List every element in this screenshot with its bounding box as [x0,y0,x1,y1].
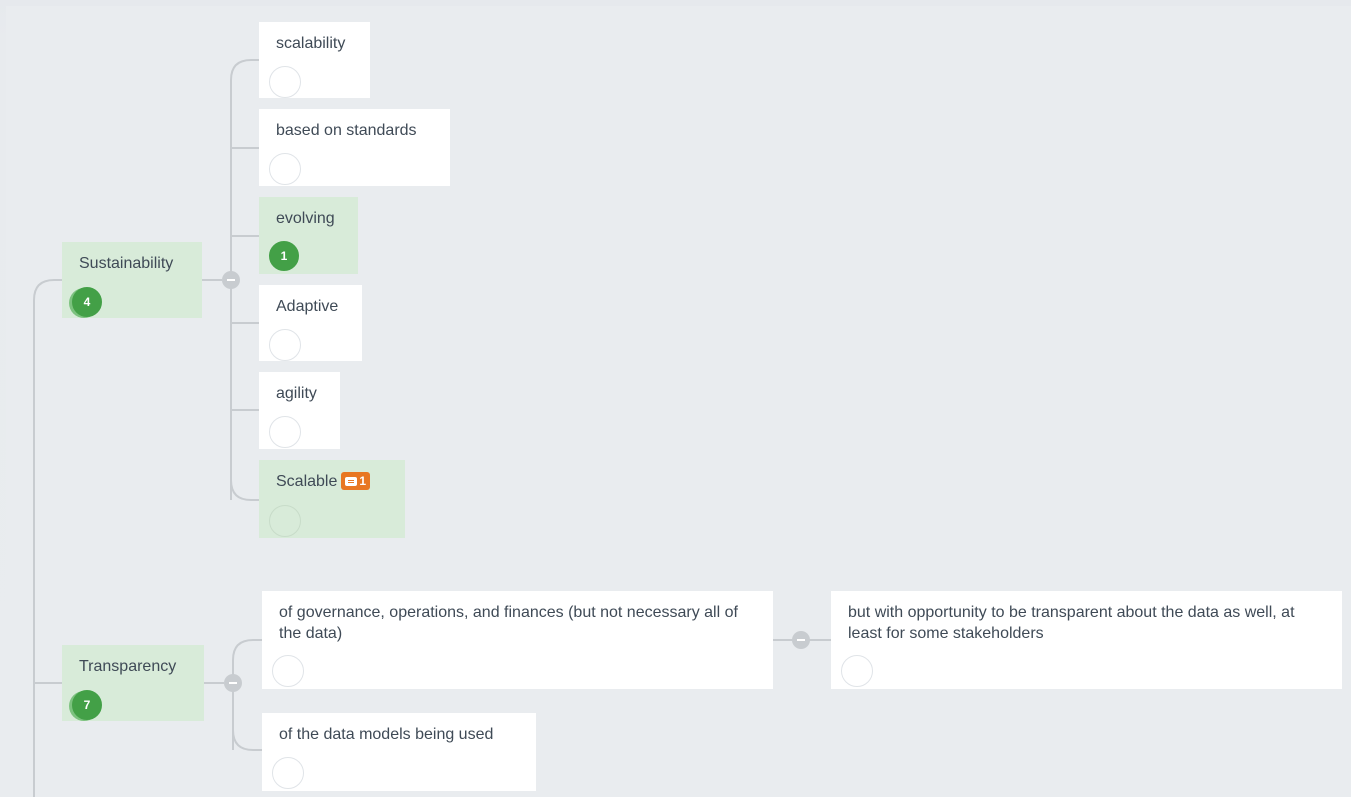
connector-transparency-trunk [232,639,262,750]
node-label: agility [276,385,317,402]
node-label: Scalable [276,473,338,490]
node-transparency[interactable]: Transparency 7 [62,645,204,721]
node-agility[interactable]: agility [259,372,340,449]
node-adaptive[interactable]: Adaptive [259,285,362,361]
vote-button[interactable] [269,416,301,448]
connector-scalable [230,479,259,501]
node-label: of the data models being used [279,726,494,743]
vote-button[interactable] [269,329,301,361]
node-data-models[interactable]: of the data models being used [262,713,536,791]
node-based-on-standards[interactable]: based on standards [259,109,450,186]
vote-count-badge[interactable]: 4 [72,287,102,317]
node-label: but with opportunity to be transparent a… [848,604,1295,642]
node-scalability[interactable]: scalability [259,22,370,98]
collapse-sustainability-button[interactable] [222,271,240,289]
connector-data-models [232,729,262,751]
node-label: Transparency [79,658,177,675]
vote-button[interactable] [272,655,304,687]
node-label: Adaptive [276,298,339,315]
node-evolving[interactable]: evolving 1 [259,197,358,274]
vote-button[interactable] [269,153,301,185]
vote-button[interactable] [269,66,301,98]
node-scalable[interactable]: Scalable 1 [259,460,405,538]
node-label: based on standards [276,122,417,139]
node-governance[interactable]: of governance, operations, and finances … [262,591,773,689]
connector-root-trunk [33,279,62,797]
comment-count-badge[interactable]: 1 [341,472,371,490]
node-label: Sustainability [79,255,174,272]
chat-bubble-icon [345,477,358,486]
collapse-governance-button[interactable] [792,631,810,649]
node-label: of governance, operations, and finances … [279,604,738,642]
node-sustainability[interactable]: Sustainability 4 [62,242,202,318]
vote-button[interactable] [272,757,304,789]
node-label: evolving [276,210,335,227]
node-label: scalability [276,35,346,52]
comment-count: 1 [359,474,367,488]
node-opportunity[interactable]: but with opportunity to be transparent a… [831,591,1342,689]
vote-button[interactable] [841,655,873,687]
collapse-transparency-button[interactable] [224,674,242,692]
vote-button[interactable] [269,505,301,537]
vote-count-badge[interactable]: 1 [269,241,299,271]
vote-count-badge[interactable]: 7 [72,690,102,720]
